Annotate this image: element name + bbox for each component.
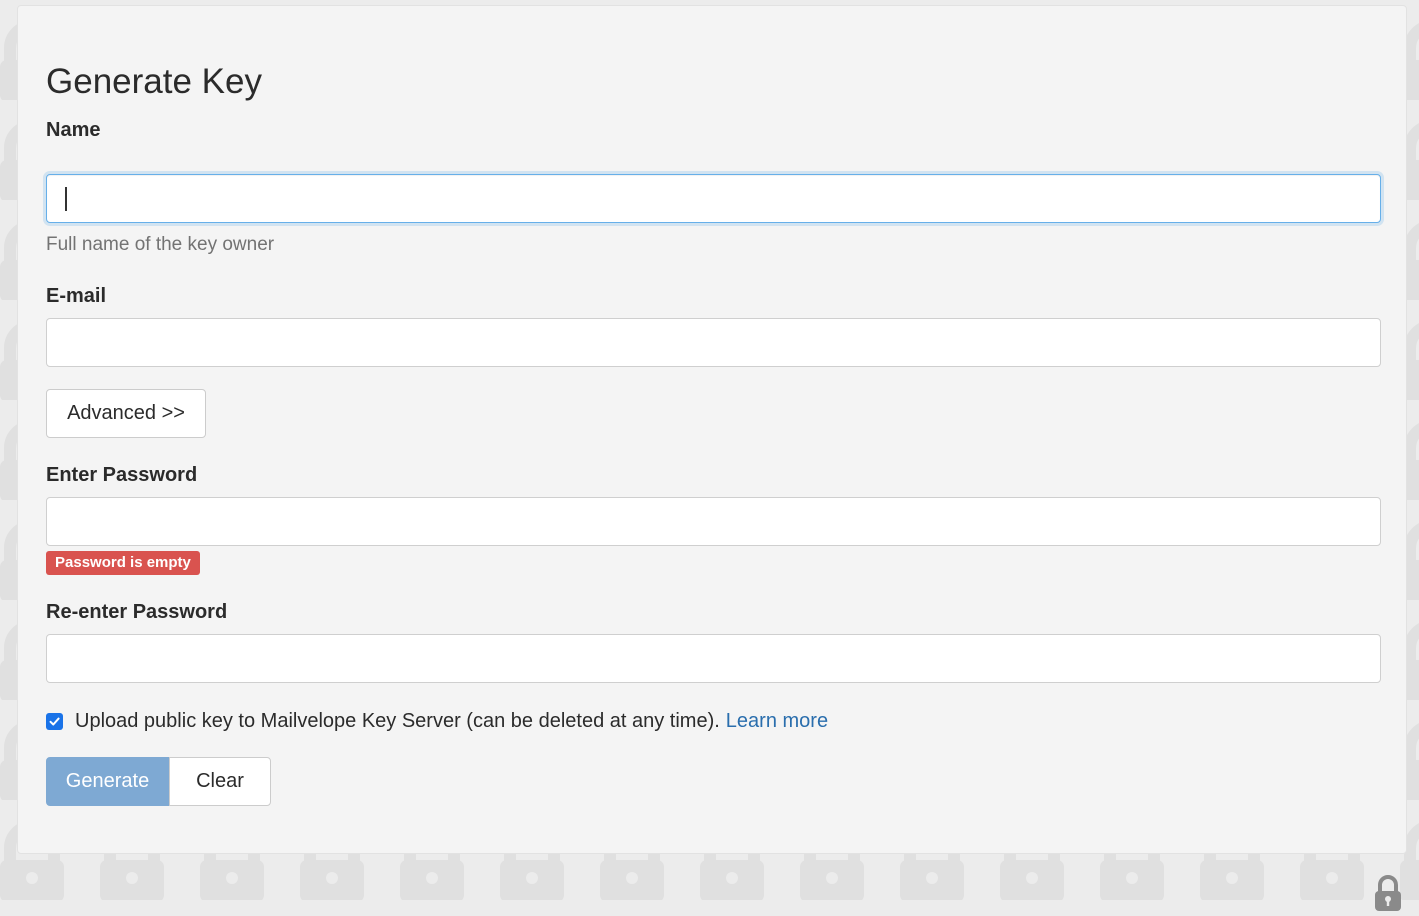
name-label: Name (46, 119, 101, 141)
upload-key-text: Upload public key to Mailvelope Key Serv… (75, 709, 720, 732)
password-error-badge: Password is empty (46, 551, 200, 575)
password-label: Enter Password (46, 464, 198, 486)
generate-key-panel: Generate Key Name Full name of the key o… (17, 5, 1407, 854)
email-label: E-mail (46, 285, 107, 307)
password-confirm-label: Re-enter Password (46, 601, 228, 623)
upload-key-option: Upload public key to Mailvelope Key Serv… (46, 708, 828, 734)
clear-button[interactable]: Clear (169, 757, 271, 806)
upload-key-checkbox[interactable] (46, 712, 63, 730)
generate-button[interactable]: Generate (46, 757, 169, 806)
text-caret (65, 187, 67, 211)
page-title: Generate Key (46, 62, 262, 101)
checkmark-icon (49, 717, 60, 725)
password-input[interactable] (46, 497, 1381, 546)
name-help-text: Full name of the key owner (46, 234, 275, 255)
learn-more-link[interactable]: Learn more (726, 710, 828, 733)
password-confirm-input[interactable] (46, 634, 1381, 683)
padlock-icon (1375, 875, 1401, 911)
advanced-button[interactable]: Advanced >> (46, 389, 206, 438)
email-input[interactable] (46, 318, 1381, 367)
name-input[interactable] (46, 174, 1381, 223)
